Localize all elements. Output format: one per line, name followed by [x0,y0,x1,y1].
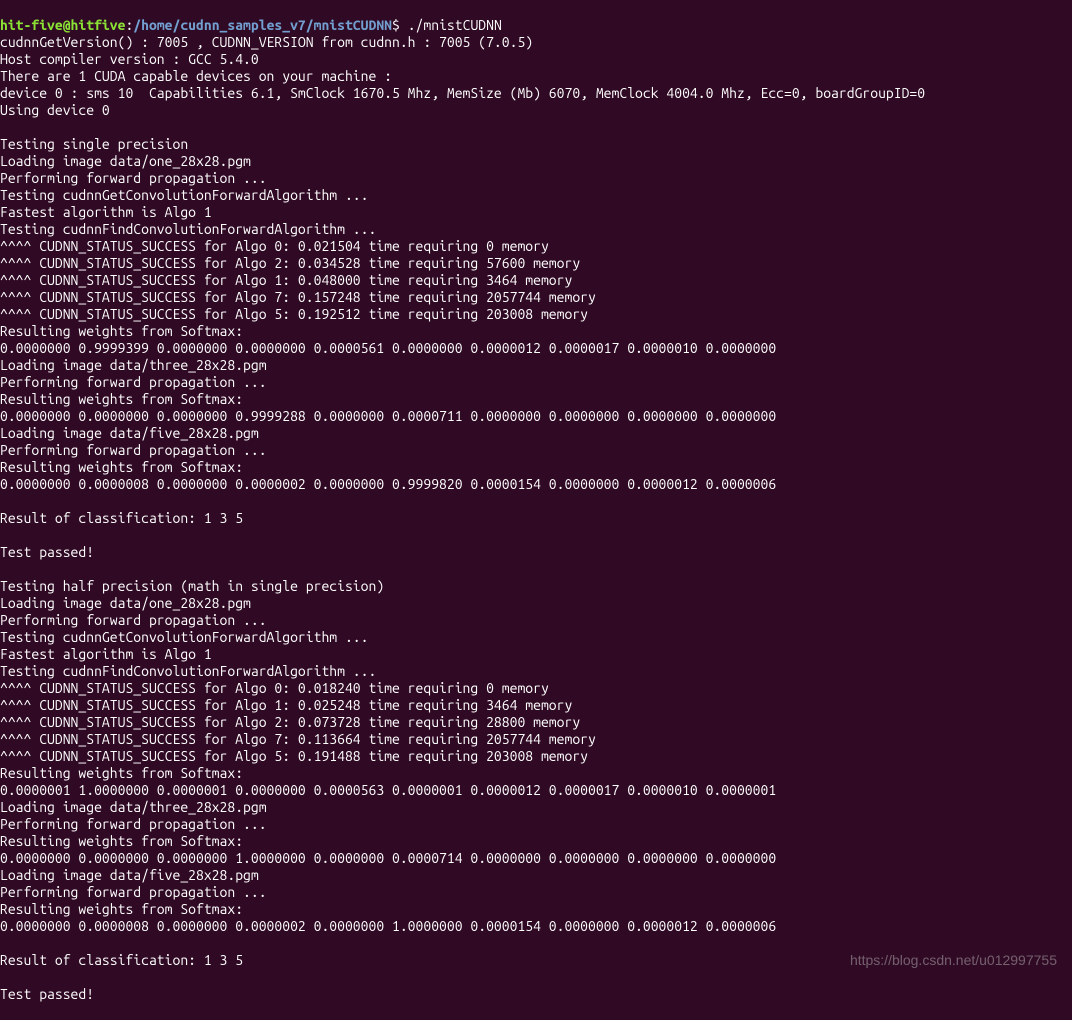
terminal-output: cudnnGetVersion() : 7005 , CUDNN_VERSION… [0,34,1072,1003]
prompt-user: hit-five@hitfive [0,17,125,33]
prompt-line: hit-five@hitfive:/home/cudnn_samples_v7/… [0,17,502,33]
terminal-window[interactable]: hit-five@hitfive:/home/cudnn_samples_v7/… [0,0,1072,1020]
prompt-path: /home/cudnn_samples_v7/mnistCUDNN [133,17,392,33]
prompt-dollar: $ [392,17,408,33]
command-input: ./mnistCUDNN [408,17,502,33]
watermark-text: https://blog.csdn.net/u012997755 [850,952,1057,969]
